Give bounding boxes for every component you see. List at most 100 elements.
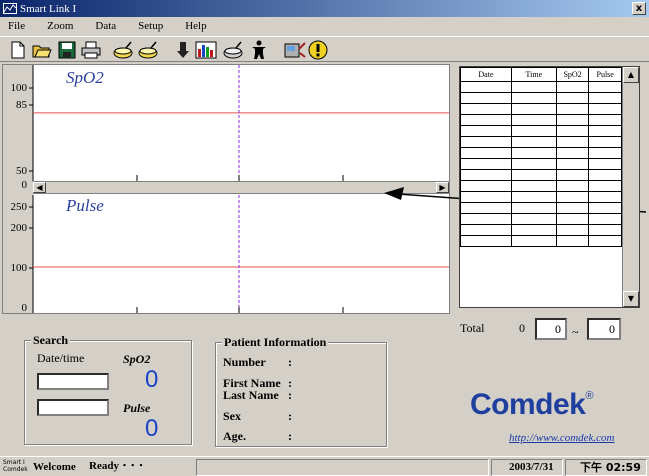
- table-row[interactable]: [460, 213, 622, 225]
- table-cell[interactable]: [555, 224, 590, 236]
- table-cell[interactable]: [588, 224, 622, 236]
- table-cell[interactable]: [460, 125, 512, 137]
- table-cell[interactable]: [510, 158, 557, 170]
- table-cell[interactable]: [555, 147, 590, 159]
- table-cell[interactable]: [460, 213, 512, 225]
- table-cell[interactable]: [510, 169, 557, 181]
- table-row[interactable]: [460, 114, 622, 126]
- pot-2-icon[interactable]: [137, 39, 159, 61]
- table-cell[interactable]: [460, 202, 512, 214]
- table-cell[interactable]: [460, 114, 512, 126]
- menu-data[interactable]: Data: [95, 20, 116, 32]
- col-header-pulse[interactable]: Pulse: [588, 67, 622, 82]
- col-header-time[interactable]: Time: [510, 67, 557, 82]
- table-cell[interactable]: [460, 180, 512, 192]
- table-cell[interactable]: [588, 158, 622, 170]
- table-row[interactable]: [460, 125, 622, 137]
- table-cell[interactable]: [555, 169, 590, 181]
- table-row[interactable]: [460, 235, 622, 247]
- table-cell[interactable]: [510, 191, 557, 203]
- print-icon[interactable]: [80, 39, 102, 61]
- table-cell[interactable]: [460, 92, 512, 104]
- open-folder-icon[interactable]: [31, 39, 53, 61]
- table-cell[interactable]: [510, 147, 557, 159]
- table-cell[interactable]: [460, 235, 512, 247]
- table-row[interactable]: [460, 81, 622, 93]
- table-cell[interactable]: [588, 136, 622, 148]
- scroll-up-icon[interactable]: ▲: [623, 67, 639, 83]
- table-cell[interactable]: [555, 81, 590, 93]
- download-arrow-icon[interactable]: [172, 39, 194, 61]
- table-cell[interactable]: [588, 202, 622, 214]
- device-icon[interactable]: [284, 39, 306, 61]
- table-row[interactable]: [460, 92, 622, 104]
- close-button[interactable]: x: [632, 2, 646, 15]
- table-cell[interactable]: [588, 180, 622, 192]
- table-cell[interactable]: [460, 224, 512, 236]
- table-cell[interactable]: [555, 114, 590, 126]
- table-cell[interactable]: [555, 92, 590, 104]
- table-cell[interactable]: [555, 136, 590, 148]
- table-cell[interactable]: [510, 213, 557, 225]
- scroll-left-icon[interactable]: ◀: [33, 182, 46, 193]
- table-cell[interactable]: [588, 191, 622, 203]
- table-cell[interactable]: [510, 125, 557, 137]
- table-vertical-scrollbar[interactable]: ▲ ▼: [622, 67, 639, 307]
- website-link[interactable]: http://www.comdek.com: [509, 432, 615, 444]
- table-cell[interactable]: [555, 202, 590, 214]
- table-cell[interactable]: [555, 213, 590, 225]
- table-cell[interactable]: [510, 224, 557, 236]
- table-cell[interactable]: [460, 191, 512, 203]
- table-cell[interactable]: [588, 235, 622, 247]
- table-cell[interactable]: [460, 103, 512, 115]
- table-row[interactable]: [460, 158, 622, 170]
- table-cell[interactable]: [588, 125, 622, 137]
- pot-1-icon[interactable]: [112, 39, 134, 61]
- table-cell[interactable]: [588, 103, 622, 115]
- total-to-field[interactable]: 0: [587, 318, 621, 340]
- menu-setup[interactable]: Setup: [138, 20, 163, 32]
- table-cell[interactable]: [460, 169, 512, 181]
- table-cell[interactable]: [588, 169, 622, 181]
- table-cell[interactable]: [510, 81, 557, 93]
- table-cell[interactable]: [555, 103, 590, 115]
- new-file-icon[interactable]: [7, 39, 29, 61]
- table-cell[interactable]: [460, 136, 512, 148]
- table-cell[interactable]: [510, 136, 557, 148]
- person-icon[interactable]: [248, 39, 270, 61]
- table-row[interactable]: [460, 180, 622, 192]
- table-cell[interactable]: [555, 125, 590, 137]
- bar-chart-icon[interactable]: [195, 39, 217, 61]
- table-cell[interactable]: [510, 114, 557, 126]
- scroll-down-icon[interactable]: ▼: [623, 291, 639, 307]
- table-row[interactable]: [460, 202, 622, 214]
- table-row[interactable]: [460, 169, 622, 181]
- pot-3-icon[interactable]: [222, 39, 244, 61]
- table-cell[interactable]: [510, 235, 557, 247]
- table-cell[interactable]: [588, 114, 622, 126]
- table-cell[interactable]: [588, 81, 622, 93]
- table-cell[interactable]: [460, 147, 512, 159]
- table-cell[interactable]: [588, 147, 622, 159]
- menu-file[interactable]: File: [8, 20, 25, 32]
- table-cell[interactable]: [555, 235, 590, 247]
- table-cell[interactable]: [460, 81, 512, 93]
- table-cell[interactable]: [555, 191, 590, 203]
- table-row[interactable]: [460, 147, 622, 159]
- table-cell[interactable]: [510, 92, 557, 104]
- table-cell[interactable]: [588, 213, 622, 225]
- total-from-field[interactable]: 0: [535, 318, 567, 340]
- menu-help[interactable]: Help: [185, 20, 206, 32]
- table-cell[interactable]: [510, 180, 557, 192]
- table-row[interactable]: [460, 224, 622, 236]
- search-date-input-1[interactable]: [37, 373, 109, 390]
- alert-icon[interactable]: [307, 39, 329, 61]
- table-cell[interactable]: [460, 158, 512, 170]
- table-cell[interactable]: [555, 180, 590, 192]
- col-header-spo2[interactable]: SpO2: [555, 67, 590, 82]
- table-row[interactable]: [460, 103, 622, 115]
- table-cell[interactable]: [510, 103, 557, 115]
- menu-zoom[interactable]: Zoom: [47, 20, 73, 32]
- table-cell[interactable]: [510, 202, 557, 214]
- search-date-input-2[interactable]: [37, 399, 109, 416]
